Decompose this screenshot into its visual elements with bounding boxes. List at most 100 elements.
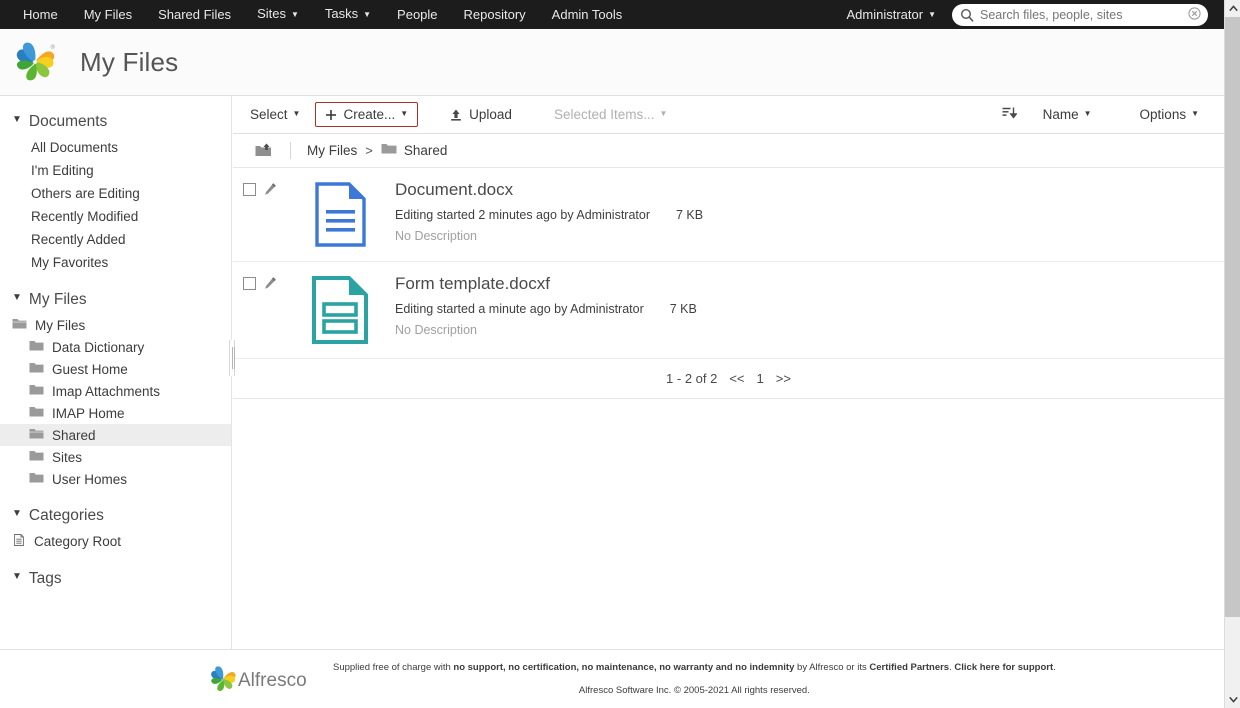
row-checkbox[interactable] <box>243 277 256 290</box>
sidebar-tree-item-guest-home[interactable]: Guest Home <box>0 358 231 380</box>
sidebar-tree-item-user-homes[interactable]: User Homes <box>0 468 231 490</box>
pagination-page-1[interactable]: 1 <box>757 371 764 386</box>
breadcrumb: My Files > Shared <box>233 134 1224 168</box>
create-button[interactable]: Create... ▼ <box>315 102 419 127</box>
sidebar-item-label: Recently Modified <box>31 209 139 224</box>
search-box[interactable] <box>952 3 1208 26</box>
file-details: Form template.docxf Editing started a mi… <box>395 274 1224 344</box>
nav-item-my-files[interactable]: My Files <box>71 0 145 29</box>
alfresco-logo: Alfresco <box>208 662 311 696</box>
sidebar-tree-item-label: Guest Home <box>52 361 128 377</box>
select-button[interactable]: Select ▼ <box>239 101 311 128</box>
sidebar-tree-item-shared[interactable]: Shared <box>0 424 231 446</box>
file-name-link[interactable]: Form template.docxf <box>395 274 550 294</box>
pagination-prev-button[interactable]: << <box>729 371 744 386</box>
sidebar-section-documents[interactable]: ▼ Documents <box>0 108 231 136</box>
plus-icon <box>325 109 337 121</box>
sidebar-resize-handle[interactable] <box>229 340 235 376</box>
file-details: Document.docx Editing started 2 minutes … <box>395 180 1224 247</box>
sidebar-item-im-editing[interactable]: I'm Editing <box>0 159 231 182</box>
sidebar-item-label: I'm Editing <box>31 163 94 178</box>
folder-icon <box>29 471 44 487</box>
sidebar-tree-item-category-root[interactable]: Category Root <box>0 530 231 553</box>
folder-icon <box>29 383 44 399</box>
sidebar-tree-item-label: Sites <box>52 449 83 465</box>
search-input[interactable] <box>980 7 1165 22</box>
footer-disclaimer: Supplied free of charge with no support,… <box>333 662 1056 673</box>
options-button[interactable]: Options ▼ <box>1129 101 1210 128</box>
certified-partners-link[interactable]: Certified Partners <box>869 662 949 673</box>
navigate-up-button[interactable] <box>249 141 278 160</box>
sidebar-section-categories[interactable]: ▼ Categories <box>0 502 231 530</box>
nav-item-home[interactable]: Home <box>10 0 71 29</box>
file-list-row[interactable]: Form template.docxf Editing started a mi… <box>233 262 1224 359</box>
breadcrumb-current-label: Shared <box>403 143 448 158</box>
file-thumbnail[interactable] <box>285 180 395 247</box>
sidebar-item-all-documents[interactable]: All Documents <box>0 136 231 159</box>
nav-item-people[interactable]: People <box>384 0 450 29</box>
file-size: 7 KB <box>669 302 697 316</box>
scrollbar-thumb[interactable] <box>1225 17 1240 617</box>
sidebar-section-my-files[interactable]: ▼ My Files <box>0 286 231 314</box>
selected-items-label: Selected Items... <box>553 107 655 122</box>
selected-items-button[interactable]: Selected Items... ▼ <box>543 101 678 128</box>
chevron-down-icon: ▼ <box>363 9 372 19</box>
sort-direction-button[interactable] <box>991 100 1028 129</box>
file-status: Editing started 2 minutes ago by Adminis… <box>395 208 650 222</box>
nav-item-label: My Files <box>83 7 133 22</box>
sidebar-tree-item-label: Data Dictionary <box>52 339 145 355</box>
clear-search-icon[interactable] <box>1188 6 1201 25</box>
nav-item-repository[interactable]: Repository <box>451 0 539 29</box>
svg-text:Alfresco: Alfresco <box>238 670 307 691</box>
edit-pencil-icon[interactable] <box>263 276 277 295</box>
sort-descending-icon <box>1002 106 1018 123</box>
edit-pencil-icon[interactable] <box>263 182 277 201</box>
alfresco-pinwheel-logo[interactable]: ® <box>12 39 58 85</box>
sidebar-section-tags[interactable]: ▼ Tags <box>0 565 231 593</box>
footer-text-b: no support, no certification, no mainten… <box>453 662 795 673</box>
breadcrumb-link-my-files[interactable]: My Files <box>307 143 357 158</box>
sidebar-item-recently-added[interactable]: Recently Added <box>0 228 231 251</box>
page-footer: Alfresco Supplied free of charge with no… <box>0 649 1224 708</box>
footer-text-c: by Alfresco or its <box>794 662 870 673</box>
nav-right-group: Administrator ▼ <box>847 3 1225 26</box>
sidebar-tree-item-imap-home[interactable]: IMAP Home <box>0 402 231 424</box>
sidebar-item-others-are-editing[interactable]: Others are Editing <box>0 182 231 205</box>
sidebar-tree-item-imap-attachments[interactable]: Imap Attachments <box>0 380 231 402</box>
upload-button[interactable]: Upload <box>438 101 523 128</box>
row-checkbox[interactable] <box>243 183 256 196</box>
nav-item-shared-files[interactable]: Shared Files <box>145 0 244 29</box>
docxf-file-icon <box>312 276 368 344</box>
sidebar-item-recently-modified[interactable]: Recently Modified <box>0 205 231 228</box>
scroll-up-button[interactable] <box>1225 0 1240 17</box>
search-icon <box>960 8 974 22</box>
sidebar-tree-item-data-dictionary[interactable]: Data Dictionary <box>0 336 231 358</box>
file-thumbnail[interactable] <box>285 274 395 344</box>
sidebar-item-my-favorites[interactable]: My Favorites <box>0 251 231 274</box>
scroll-down-button[interactable] <box>1225 691 1240 708</box>
pagination-next-button[interactable]: >> <box>776 371 791 386</box>
breadcrumb-current[interactable]: Shared <box>381 142 448 160</box>
nav-item-sites[interactable]: Sites ▼ <box>244 0 312 30</box>
nav-item-label: Admin Tools <box>551 7 623 22</box>
chevron-down-icon: ▼ <box>1191 109 1199 118</box>
page-scrollbar[interactable] <box>1224 0 1240 708</box>
nav-item-tasks[interactable]: Tasks ▼ <box>312 0 384 30</box>
support-link[interactable]: Click here for support <box>954 662 1053 673</box>
nav-item-admin-tools[interactable]: Admin Tools <box>539 0 636 29</box>
upload-icon <box>449 108 463 122</box>
sidebar-section-label: Categories <box>28 507 104 524</box>
main-content: Select ▼ Create... ▼ Upload Selected Ite… <box>233 96 1224 649</box>
user-menu-button[interactable]: Administrator ▼ <box>847 7 937 22</box>
file-name-link[interactable]: Document.docx <box>395 180 513 200</box>
sidebar-tree-item-my-files[interactable]: My Files <box>0 314 231 336</box>
chevron-down-icon: ▼ <box>292 109 301 118</box>
sidebar-tree-item-label: User Homes <box>52 471 128 487</box>
file-list-row[interactable]: Document.docx Editing started 2 minutes … <box>233 168 1224 262</box>
sidebar-item-label: Recently Added <box>31 232 126 247</box>
chevron-down-icon: ▼ <box>659 109 668 118</box>
sort-field-button[interactable]: Name ▼ <box>1032 101 1103 128</box>
folder-open-icon <box>29 427 44 443</box>
sidebar-tree-item-sites[interactable]: Sites <box>0 446 231 468</box>
document-list-toolbar: Select ▼ Create... ▼ Upload Selected Ite… <box>233 96 1224 134</box>
